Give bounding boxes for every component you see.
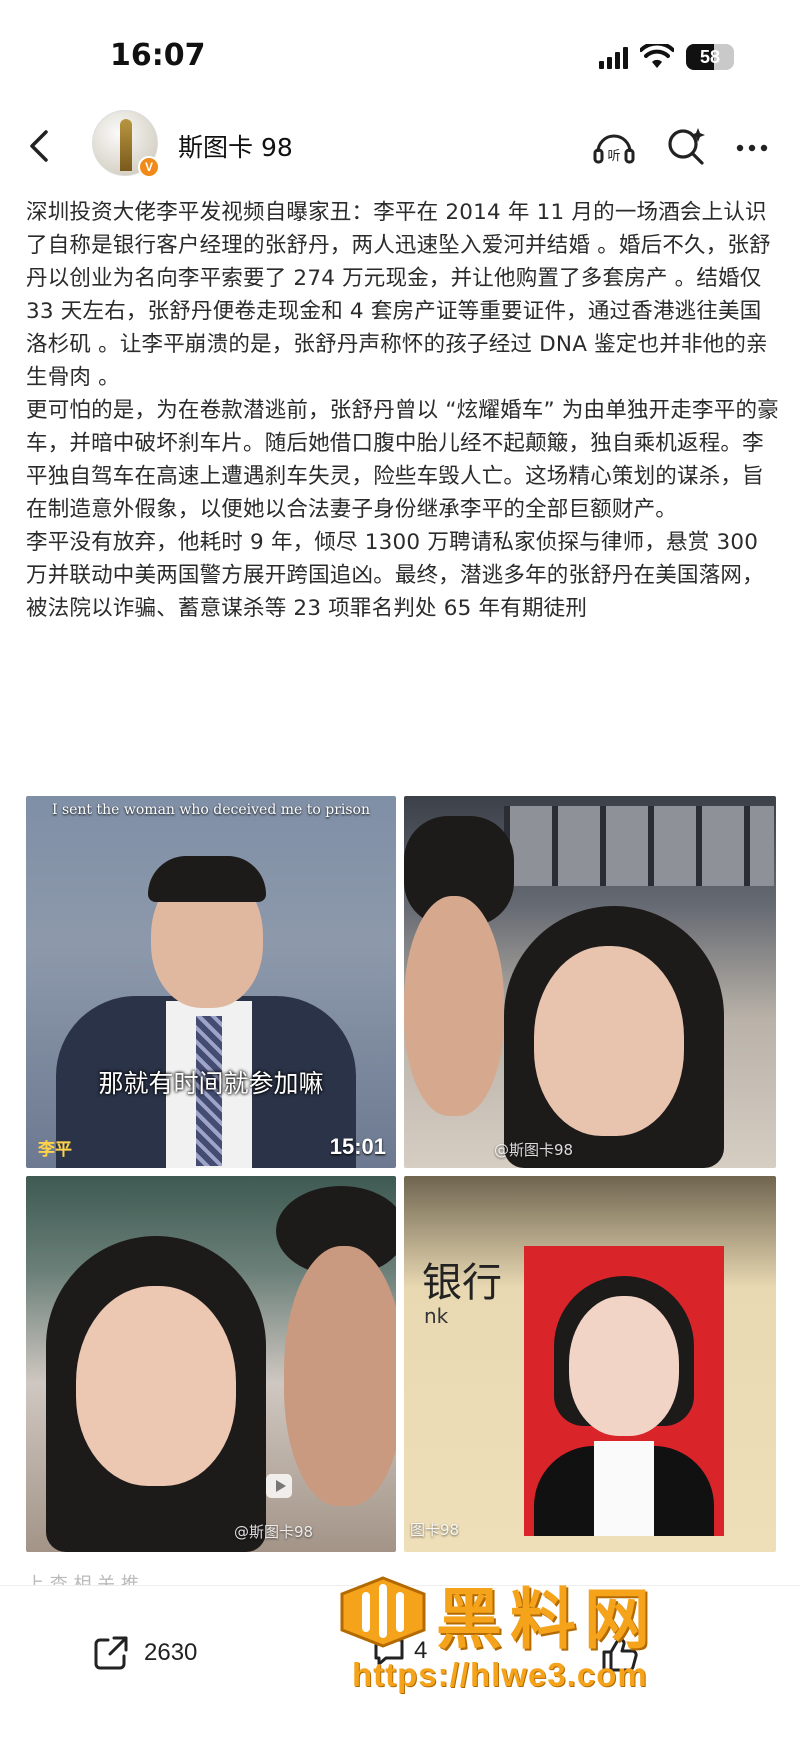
bank-sign-text: 银行 bbox=[422, 1260, 502, 1306]
video-name-tag: 李平 bbox=[38, 1140, 72, 1160]
share-button[interactable]: 2630 bbox=[92, 1634, 197, 1672]
bank-sign-subtext: nk bbox=[424, 1304, 449, 1328]
more-icon[interactable] bbox=[728, 122, 776, 170]
post-paragraph: 李平没有放弃，他耗时 9 年，倾尽 1300 万聘请私家侦探与律师，悬赏 300… bbox=[26, 530, 764, 621]
username[interactable]: 斯图卡 98 bbox=[178, 128, 293, 164]
post-paragraph: 更可怕的是，为在卷款潜逃前，张舒丹曾以 “炫耀婚车” 为由单独开走李平的豪车，并… bbox=[26, 398, 779, 522]
photo-thumbnail[interactable]: 银行 nk 图卡98 bbox=[404, 1176, 776, 1552]
status-icons: 58 bbox=[599, 40, 734, 74]
video-caption-english: I sent the woman who deceived me to pris… bbox=[51, 802, 371, 818]
site-logo-icon bbox=[340, 1576, 426, 1648]
cellular-signal-icon bbox=[599, 45, 628, 69]
verified-badge-icon: V bbox=[138, 156, 160, 178]
site-watermark-url: https://hlwe3.com bbox=[352, 1656, 648, 1693]
video-duration: 15:01 bbox=[329, 1134, 386, 1159]
photo-watermark: @斯图卡98 bbox=[234, 1523, 314, 1541]
battery-percent: 58 bbox=[699, 46, 721, 67]
wifi-icon bbox=[640, 44, 674, 68]
photo-thumbnail[interactable]: @斯图卡98 bbox=[404, 796, 776, 1168]
post-paragraph: 深圳投资大佬李平发视频自曝家丑：李平在 2014 年 11 月的一场酒会上认识了… bbox=[26, 200, 771, 390]
photo-thumbnail[interactable]: @斯图卡98 bbox=[26, 1176, 396, 1552]
site-watermark-name: 黑料网 bbox=[436, 1581, 658, 1658]
post-body: 深圳投资大佬李平发视频自曝家丑：李平在 2014 年 11 月的一场酒会上认识了… bbox=[26, 196, 780, 625]
video-thumbnail[interactable]: I sent the woman who deceived me to pris… bbox=[26, 796, 396, 1168]
listen-label: 听 bbox=[607, 149, 620, 164]
back-icon[interactable] bbox=[18, 124, 62, 168]
photo-watermark: @斯图卡98 bbox=[494, 1141, 574, 1159]
status-time: 16:07 bbox=[110, 38, 206, 73]
share-count: 2630 bbox=[144, 1639, 198, 1666]
photo-watermark: 图卡98 bbox=[410, 1521, 460, 1539]
play-icon bbox=[266, 1474, 292, 1498]
listen-icon[interactable]: 听 bbox=[590, 122, 638, 170]
post-header: V 斯图卡 98 听 bbox=[0, 110, 800, 186]
status-bar: 16:07 58 bbox=[0, 0, 800, 110]
battery-icon: 58 bbox=[686, 44, 734, 70]
image-grid: I sent the woman who deceived me to pris… bbox=[26, 796, 776, 1552]
share-icon bbox=[94, 1636, 128, 1670]
search-icon[interactable] bbox=[662, 122, 710, 170]
video-subtitle: 那就有时间就参加嘛 bbox=[98, 1069, 324, 1098]
